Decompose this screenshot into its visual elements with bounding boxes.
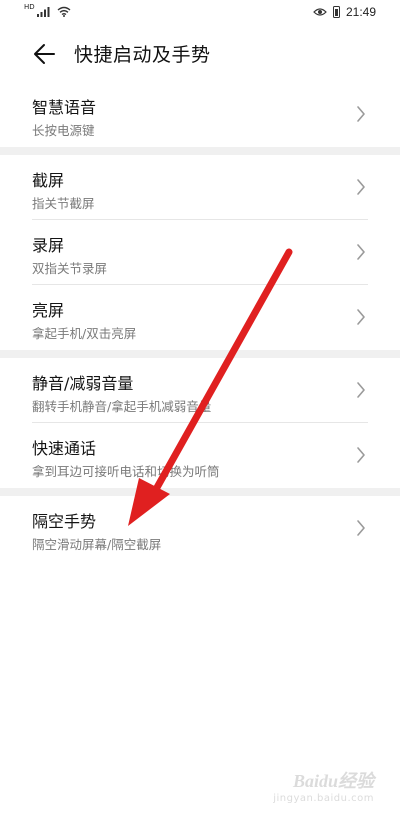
status-right: 21:49 [313, 5, 376, 19]
item-subtitle: 长按电源键 [32, 123, 95, 138]
item-label: 静音/减弱音量 [32, 374, 134, 393]
item-label: 智慧语音 [32, 98, 97, 117]
settings-group: 智慧语音 长按电源键 [0, 82, 400, 147]
item-label: 截屏 [32, 171, 65, 190]
settings-group: 隔空手势 隔空滑动屏幕/隔空截屏 [0, 496, 400, 561]
list-item-air-gestures[interactable]: 隔空手势 隔空滑动屏幕/隔空截屏 [0, 496, 400, 561]
item-subtitle: 指关节截屏 [32, 196, 95, 211]
watermark-logo: Baidu经验 [292, 771, 374, 791]
item-label: 快速通话 [32, 439, 97, 458]
item-subtitle: 隔空滑动屏幕/隔空截屏 [32, 537, 162, 552]
settings-group: 截屏 指关节截屏 录屏 双指关节录屏 亮屏 拿起手机/双击亮屏 [0, 155, 400, 350]
chevron-right-icon [357, 382, 365, 398]
back-arrow-icon [34, 44, 55, 64]
watermark: Baidu经验 jingyan.baidu.com [273, 767, 374, 804]
item-subtitle: 拿到耳边可接听电话和切换为听筒 [32, 464, 220, 479]
chevron-right-icon [357, 244, 365, 260]
battery-icon [332, 6, 340, 18]
network-badge: HD [24, 3, 35, 11]
app-header: 快捷启动及手势 [0, 26, 400, 82]
item-label: 隔空手势 [32, 512, 97, 531]
chevron-right-icon [357, 106, 365, 122]
list-item-screenshot[interactable]: 截屏 指关节截屏 [0, 155, 400, 220]
chevron-right-icon [357, 520, 365, 536]
chevron-right-icon [357, 447, 365, 463]
screen: HD 21:49 快捷启动及手势 智慧语音 长按电源键 截屏 指关节截屏 录屏 … [0, 0, 400, 816]
chevron-right-icon [357, 179, 365, 195]
list-item-quick-call[interactable]: 快速通话 拿到耳边可接听电话和切换为听筒 [0, 423, 400, 488]
list-item-mute-volume[interactable]: 静音/减弱音量 翻转手机静音/拿起手机减弱音量 [0, 358, 400, 423]
list-item-smart-voice[interactable]: 智慧语音 长按电源键 [0, 82, 400, 147]
clock: 21:49 [345, 5, 376, 19]
item-label: 亮屏 [32, 301, 65, 320]
chevron-right-icon [357, 309, 365, 325]
status-left: HD [24, 3, 71, 17]
group-separator [0, 147, 400, 155]
item-subtitle: 拿起手机/双击亮屏 [32, 326, 137, 341]
list-item-screen-record[interactable]: 录屏 双指关节录屏 [0, 220, 400, 285]
item-subtitle: 翻转手机静音/拿起手机减弱音量 [32, 399, 212, 414]
eye-icon [313, 8, 327, 16]
signal-icon [36, 7, 50, 17]
settings-group: 静音/减弱音量 翻转手机静音/拿起手机减弱音量 快速通话 拿到耳边可接听电话和切… [0, 358, 400, 488]
item-label: 录屏 [32, 236, 65, 255]
list-item-wake-screen[interactable]: 亮屏 拿起手机/双击亮屏 [0, 285, 400, 350]
page-title: 快捷启动及手势 [74, 44, 211, 66]
group-separator [0, 488, 400, 496]
settings-list: 智慧语音 长按电源键 截屏 指关节截屏 录屏 双指关节录屏 亮屏 拿起手机/双击 [0, 82, 400, 561]
watermark-url: jingyan.baidu.com [273, 793, 374, 804]
group-separator [0, 350, 400, 358]
back-button[interactable] [28, 40, 58, 68]
status-bar: HD 21:49 [0, 0, 400, 26]
item-subtitle: 双指关节录屏 [32, 261, 108, 276]
wifi-icon [57, 6, 71, 17]
